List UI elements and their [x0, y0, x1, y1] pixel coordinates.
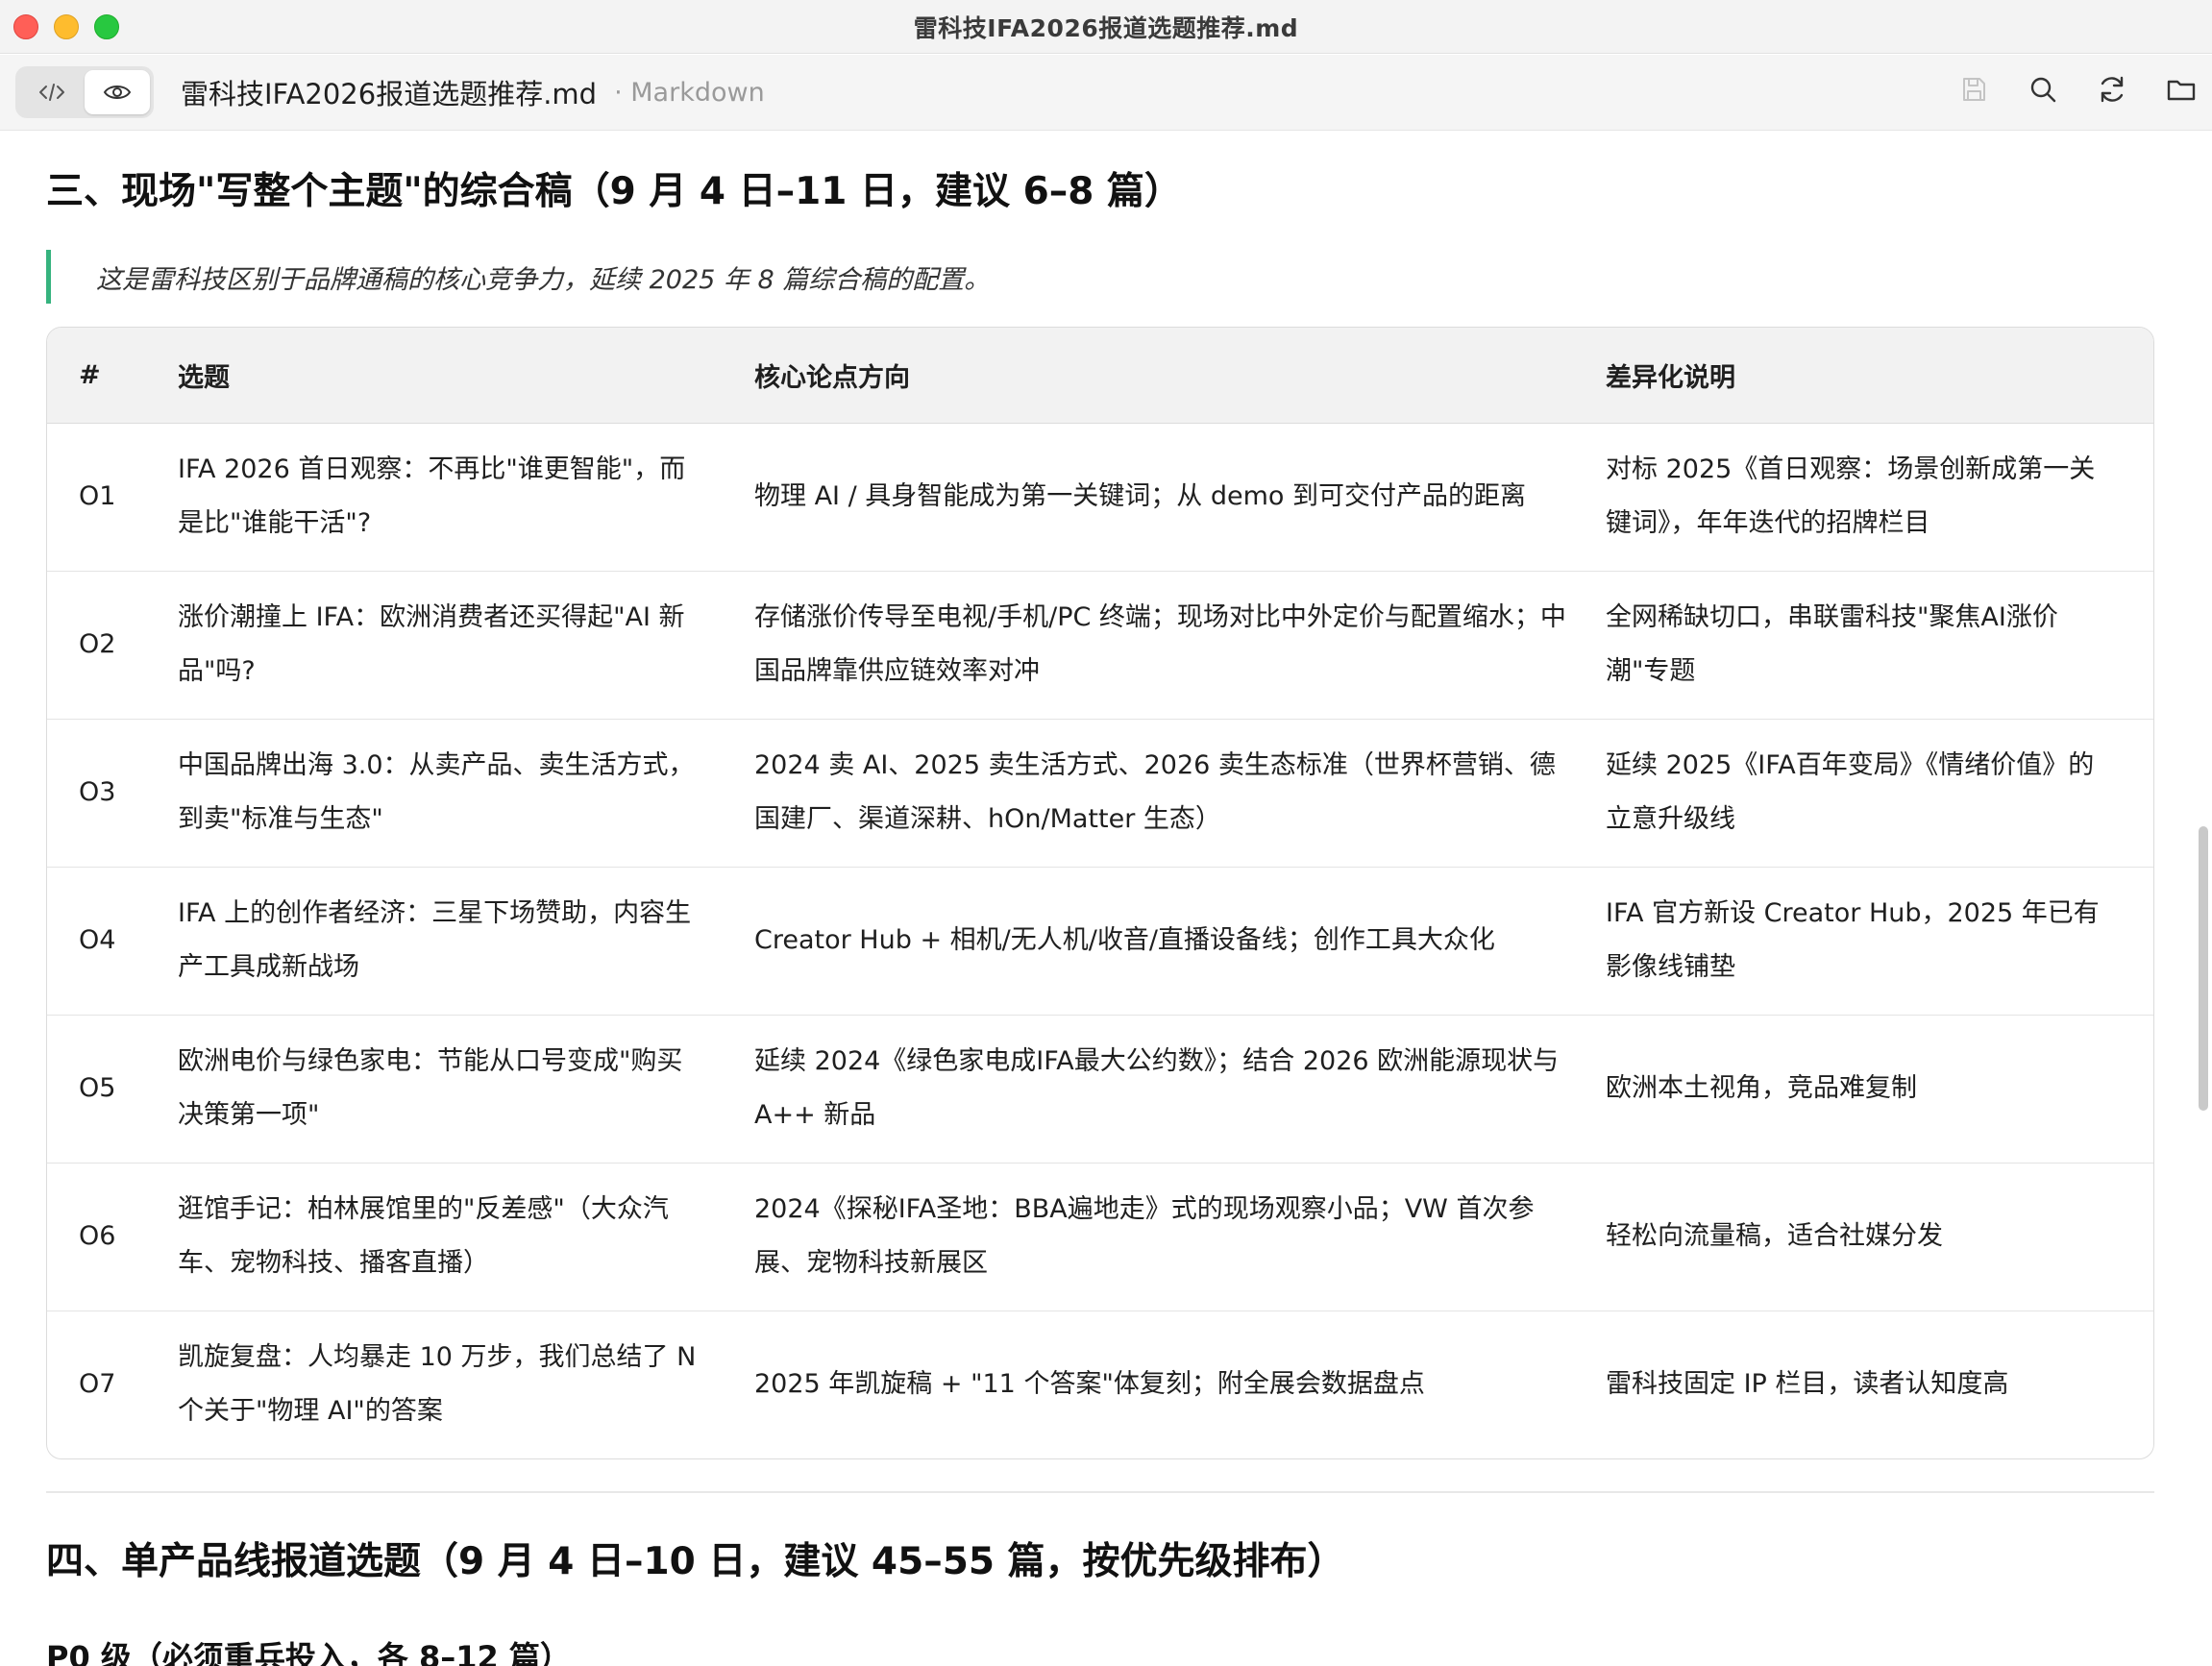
row-id: O2	[47, 571, 178, 720]
refresh-button[interactable]	[2095, 72, 2129, 107]
vertical-scrollbar[interactable]	[2195, 131, 2212, 1666]
blockquote-text: 这是雷科技区别于品牌通稿的核心竞争力，延续 2025 年 8 篇综合稿的配置。	[96, 264, 991, 295]
scrollbar-thumb[interactable]	[2199, 826, 2208, 1111]
row-direction: 存储涨价传导至电视/手机/PC 终端；现场对比中外定价与配置缩水；中国品牌靠供应…	[754, 571, 1606, 720]
table-row: O2 涨价潮撞上 IFA：欧洲消费者还买得起"AI 新品"吗? 存储涨价传导至电…	[47, 571, 2153, 720]
topics-table: # 选题 核心论点方向 差异化说明 O1 IFA 2026 首日观察：不再比"谁…	[46, 327, 2154, 1459]
search-icon	[2030, 77, 2056, 103]
folder-icon	[2167, 80, 2196, 101]
file-name: 雷科技IFA2026报道选题推荐.md	[181, 78, 598, 110]
row-direction: 2025 年凯旋稿 + "11 个答案"体复刻；附全展会数据盘点	[754, 1369, 1425, 1400]
row-note: IFA 官方新设 Creator Hub，2025 年已有影像线铺垫	[1606, 867, 2153, 1016]
row-topic: 涨价潮撞上 IFA：欧洲消费者还买得起"AI 新品"吗?	[178, 571, 754, 720]
source-view-button[interactable]	[19, 70, 85, 114]
row-direction: 物理 AI / 具身智能成为第一关键词；从 demo 到可交付产品的距离	[754, 423, 1606, 572]
row-topic: 欧洲电价与绿色家电：节能从口号变成"购买决策第一项"	[178, 1015, 754, 1164]
file-kind: · Markdown	[614, 77, 765, 108]
code-icon	[39, 84, 64, 101]
app-window: 雷科技IFA2026报道选题推荐.md 雷科技IFA2026报道选题推荐.md …	[0, 0, 2212, 1666]
row-direction: Creator Hub + 相机/无人机/收音/直播设备线；创作工具大众化	[754, 867, 1606, 1016]
row-note: 延续 2025《IFA百年变局》《情绪价值》的立意升级线	[1606, 719, 2153, 868]
row-note: 轻松向流量稿，适合社媒分发	[1606, 1163, 2153, 1311]
toolbar: 雷科技IFA2026报道选题推荐.md · Markdown	[0, 55, 2212, 131]
save-icon	[1963, 78, 1985, 101]
row-topic: 中国品牌出海 3.0：从卖产品、卖生活方式，到卖"标准与生态"	[178, 719, 754, 868]
open-folder-button[interactable]	[2164, 72, 2199, 107]
preview-view-button[interactable]	[85, 70, 150, 114]
section-heading: 四、单产品线报道选题（9 月 4 日–10 日，建议 45–55 篇，按优先级排…	[46, 1540, 1345, 1583]
row-direction: 2024 卖 AI、2025 卖生活方式、2026 卖生态标准（世界杯营销、德国…	[754, 719, 1606, 868]
row-id: O7	[79, 1369, 116, 1400]
row-id: O3	[47, 719, 178, 868]
row-topic: IFA 2026 首日观察：不再比"谁更智能"，而是比"谁能干活"?	[178, 423, 754, 572]
zoom-window-button[interactable]	[94, 14, 119, 39]
section-heading: 三、现场"写整个主题"的综合稿（9 月 4 日–11 日，建议 6–8 篇）	[46, 170, 1182, 213]
row-note: 对标 2025《首日观察：场景创新成第一关键词》，年年迭代的招牌栏目	[1606, 423, 2153, 572]
row-topic: IFA 上的创作者经济：三星下场赞助，内容生产工具成新战场	[178, 867, 754, 1016]
row-direction: 2024《探秘IFA圣地：BBA遍地走》式的现场观察小品；VW 首次参展、宠物科…	[754, 1163, 1606, 1311]
minimize-window-button[interactable]	[54, 14, 79, 39]
table-header-row: # 选题 核心论点方向 差异化说明	[47, 328, 2153, 424]
row-topic: 逛馆手记：柏林展馆里的"反差感"（大众汽车、宠物科技、播客直播）	[178, 1163, 754, 1311]
table-row: O6 逛馆手记：柏林展馆里的"反差感"（大众汽车、宠物科技、播客直播） 2024…	[47, 1163, 2153, 1311]
row-note: 全网稀缺切口，串联雷科技"聚焦AI涨价潮"专题	[1606, 571, 2153, 720]
column-header: #	[47, 328, 178, 424]
table-row: O3 中国品牌出海 3.0：从卖产品、卖生活方式，到卖"标准与生态" 2024 …	[47, 719, 2153, 868]
eye-icon	[103, 86, 132, 99]
table-row: O5 欧洲电价与绿色家电：节能从口号变成"购买决策第一项" 延续 2024《绿色…	[47, 1015, 2153, 1164]
row-note: 雷科技固定 IP 栏目，读者认知度高	[1606, 1369, 2009, 1400]
window-controls	[13, 14, 119, 39]
row-id: O1	[47, 423, 178, 572]
table-row: O7 凯旋复盘：人均暴走 10 万步，我们总结了 N 个关于"物理 AI"的答案…	[47, 1311, 2153, 1458]
row-topic: 凯旋复盘：人均暴走 10 万步，我们总结了 N 个关于"物理 AI"的答案	[178, 1342, 697, 1427]
table-row: O1 IFA 2026 首日观察：不再比"谁更智能"，而是比"谁能干活"? 物理…	[47, 423, 2153, 572]
column-header: 核心论点方向	[754, 328, 1606, 424]
close-window-button[interactable]	[13, 14, 38, 39]
row-id: O5	[47, 1015, 178, 1164]
horizontal-rule	[46, 1491, 2154, 1493]
row-id: O6	[47, 1163, 178, 1311]
column-header: 差异化说明	[1606, 328, 2153, 424]
window-title: 雷科技IFA2026报道选题推荐.md	[913, 13, 1299, 42]
column-header: 选题	[178, 328, 754, 424]
blockquote: 这是雷科技区别于品牌通稿的核心竞争力，延续 2025 年 8 篇综合稿的配置。	[46, 250, 990, 304]
toolbar-actions	[1956, 72, 2199, 107]
table-row: O4 IFA 上的创作者经济：三星下场赞助，内容生产工具成新战场 Creator…	[47, 867, 2153, 1016]
view-mode-toggle	[15, 66, 154, 118]
title-bar: 雷科技IFA2026报道选题推荐.md	[0, 0, 2212, 54]
row-note: 欧洲本土视角，竞品难复制	[1606, 1015, 2153, 1164]
save-button[interactable]	[1956, 72, 1991, 107]
subsection-heading: P0 级（必须重兵投入，各 8–12 篇）	[46, 1639, 571, 1666]
row-direction: 延续 2024《绿色家电成IFA最大公约数》；结合 2026 欧洲能源现状与 A…	[754, 1015, 1606, 1164]
refresh-icon	[2101, 76, 2124, 103]
search-button[interactable]	[2026, 72, 2060, 107]
row-id: O4	[47, 867, 178, 1016]
